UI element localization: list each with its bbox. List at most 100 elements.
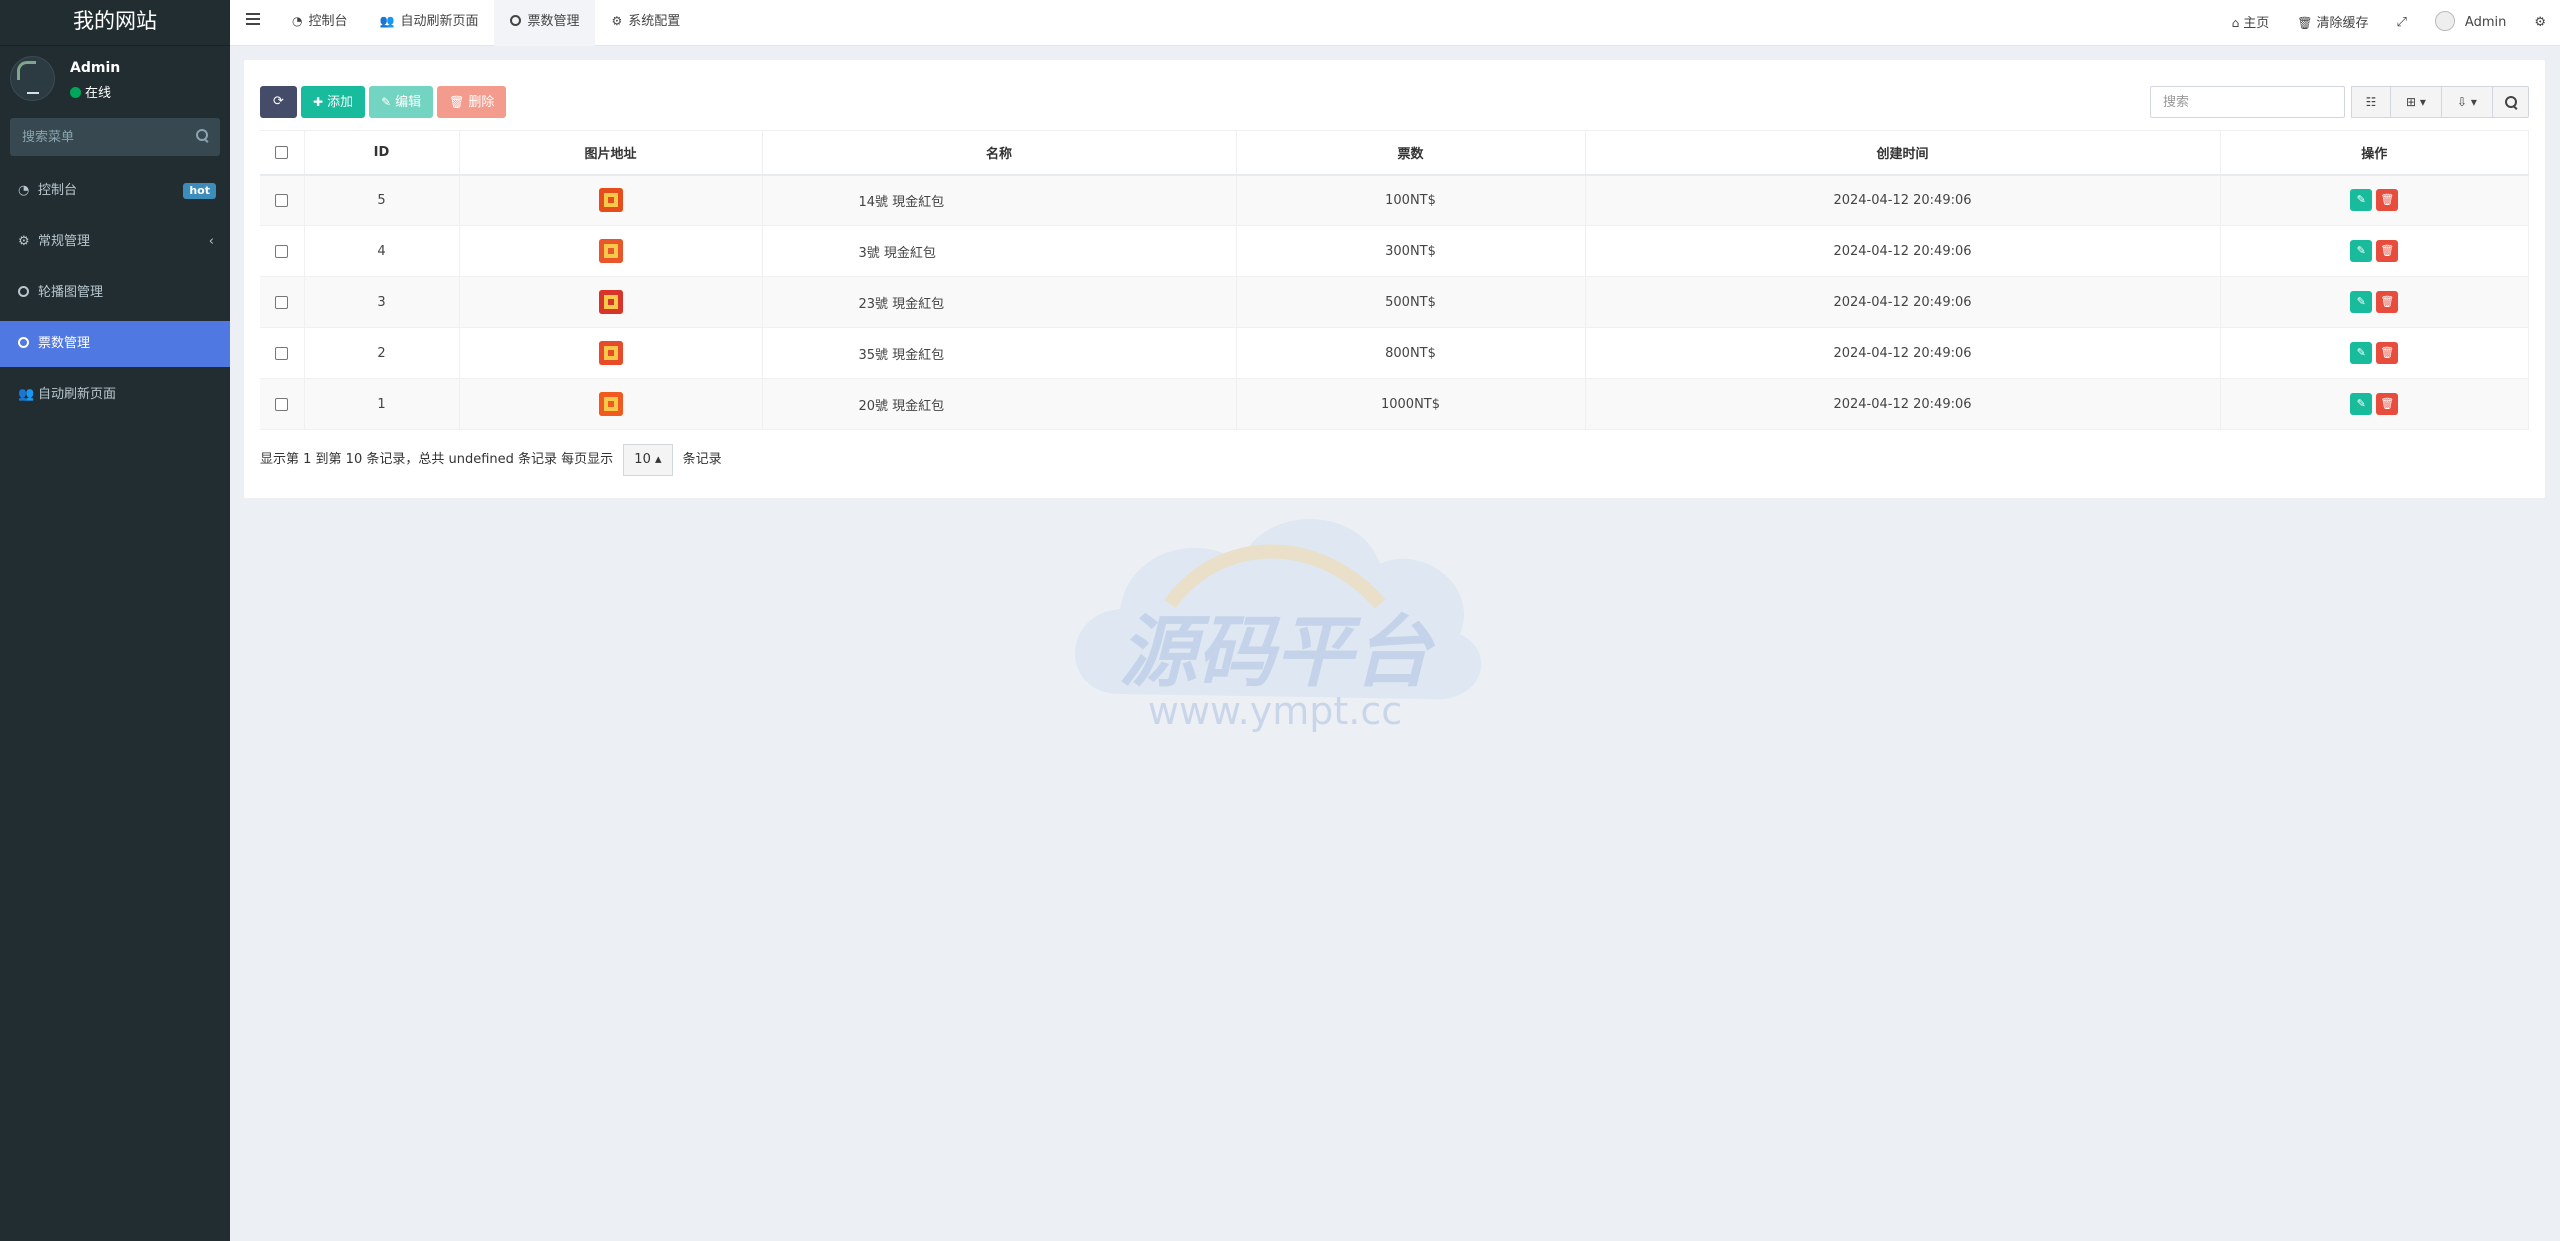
- trash-icon: 🗑: [2380, 295, 2395, 308]
- row-delete-button[interactable]: 🗑: [2376, 393, 2399, 415]
- cell-votes: 300NT$: [1236, 225, 1586, 277]
- user-menu[interactable]: Admin: [2421, 2, 2520, 44]
- column-header-created[interactable]: 创建时间: [1585, 130, 2221, 176]
- table-row[interactable]: 4 3號 現金紅包 300NT$ 2024-04-12 20:49:06 ✎ 🗑: [260, 225, 2529, 277]
- admin-avatar: [2434, 11, 2455, 31]
- row-checkbox[interactable]: [275, 193, 289, 207]
- pagination-suffix: 条记录: [682, 452, 722, 467]
- row-delete-button[interactable]: 🗑: [2376, 342, 2399, 364]
- cell-name: 20號 現金紅包: [762, 378, 1237, 430]
- dashboard-icon: ◔: [292, 14, 303, 28]
- sidebar-item-carousel[interactable]: 轮播图管理: [0, 270, 230, 316]
- row-checkbox[interactable]: [275, 295, 289, 309]
- trash-icon: 🗑: [2380, 346, 2395, 359]
- cell-votes: 800NT$: [1236, 327, 1586, 379]
- tab-system-config[interactable]: ⚙ 系统配置: [595, 0, 696, 46]
- row-delete-button[interactable]: 🗑: [2376, 189, 2399, 212]
- row-delete-button[interactable]: 🗑: [2376, 240, 2399, 262]
- tab-auto-refresh[interactable]: 👥 自动刷新页面: [364, 0, 495, 46]
- cell-created: 2024-04-12 20:49:06: [1585, 174, 2221, 226]
- cell-created: 2024-04-12 20:49:06: [1585, 276, 2221, 328]
- add-label: 添加: [327, 95, 354, 110]
- trash-icon: 🗑: [449, 95, 465, 109]
- red-envelope-thumbnail[interactable]: [598, 290, 623, 314]
- pencil-icon: ✎: [381, 95, 392, 109]
- common-search-button[interactable]: [2492, 86, 2529, 118]
- clear-cache-button[interactable]: 🗑 清除缓存: [2283, 2, 2382, 45]
- row-edit-button[interactable]: ✎: [2350, 189, 2373, 212]
- row-edit-button[interactable]: ✎: [2350, 291, 2373, 313]
- trash-icon: 🗑: [2380, 397, 2395, 410]
- cell-created: 2024-04-12 20:49:06: [1585, 378, 2221, 430]
- control-sidebar-button[interactable]: ⚙: [2520, 2, 2560, 44]
- select-all-checkbox[interactable]: [275, 145, 289, 159]
- add-button[interactable]: ✚ 添加: [301, 86, 366, 118]
- sidebar-item-label: 控制台: [38, 183, 78, 198]
- tab-label: 系统配置: [628, 14, 681, 29]
- tab-label: 自动刷新页面: [400, 14, 479, 29]
- cell-name: 14號 現金紅包: [762, 174, 1237, 226]
- search-icon[interactable]: [196, 129, 208, 141]
- refresh-button[interactable]: ⟳: [260, 86, 297, 118]
- export-button[interactable]: ⇩ ▾: [2441, 86, 2493, 118]
- menu-search-input[interactable]: [10, 118, 220, 156]
- table-row[interactable]: 5 14號 現金紅包 100NT$ 2024-04-12 20:49:06 ✎ 🗑: [260, 174, 2529, 226]
- fullscreen-button[interactable]: ⤢: [2383, 2, 2421, 44]
- red-envelope-thumbnail[interactable]: [598, 239, 623, 263]
- content-panel: ⟳ ✚添加 ✎编辑 🗑删除 ☷ ⊞ ▾ ⇩ ▾ ID 图片地址 名称 票数 创建…: [244, 60, 2545, 498]
- sidebar-toggle-icon[interactable]: [246, 13, 260, 25]
- tab-dashboard[interactable]: ◔ 控制台: [276, 0, 364, 46]
- row-checkbox[interactable]: [275, 397, 289, 411]
- red-envelope-thumbnail[interactable]: [598, 188, 623, 213]
- refresh-icon: ⟳: [273, 94, 284, 109]
- cell-image: [459, 327, 763, 379]
- delete-button[interactable]: 🗑 删除: [437, 86, 507, 118]
- cell-id: 2: [304, 327, 460, 379]
- home-link[interactable]: ⌂ 主页: [2218, 2, 2284, 45]
- row-checkbox[interactable]: [275, 244, 289, 258]
- row-select-cell: [260, 276, 305, 328]
- cell-created: 2024-04-12 20:49:06: [1585, 225, 2221, 277]
- sidebar-item-votes[interactable]: 票数管理: [0, 321, 230, 367]
- sidebar-item-dashboard[interactable]: ◔ 控制台 hot: [0, 168, 230, 214]
- table-search-input[interactable]: [2150, 86, 2345, 118]
- table-row[interactable]: 2 35號 現金紅包 800NT$ 2024-04-12 20:49:06 ✎ 🗑: [260, 327, 2529, 379]
- gear-icon: ⚙: [611, 14, 623, 28]
- cell-image: [459, 276, 763, 328]
- cogs-icon: ⚙: [18, 234, 30, 249]
- red-envelope-thumbnail[interactable]: [598, 341, 623, 365]
- column-header-votes[interactable]: 票数: [1236, 130, 1586, 176]
- page-size-select[interactable]: 10 ▴: [623, 444, 673, 476]
- table-row[interactable]: 3 23號 現金紅包 500NT$ 2024-04-12 20:49:06 ✎ 🗑: [260, 276, 2529, 328]
- watermark-url: www.ympt.cc: [1148, 689, 1402, 733]
- sidebar-item-auto-refresh[interactable]: 👥 自动刷新页面: [0, 372, 230, 418]
- trash-icon: 🗑: [2380, 244, 2395, 257]
- table-row[interactable]: 1 20號 現金紅包 1000NT$ 2024-04-12 20:49:06 ✎ 🗑: [260, 378, 2529, 430]
- column-header-image[interactable]: 图片地址: [459, 130, 763, 176]
- tab-votes[interactable]: 票数管理: [494, 0, 596, 46]
- toggle-view-button[interactable]: ☷: [2351, 86, 2391, 118]
- cell-votes: 100NT$: [1236, 174, 1586, 226]
- row-delete-button[interactable]: 🗑: [2376, 291, 2399, 313]
- user-status: 在线: [70, 82, 111, 101]
- sidebar-item-general[interactable]: ⚙ 常规管理 ‹: [0, 219, 230, 265]
- red-envelope-thumbnail[interactable]: [598, 392, 623, 416]
- pencil-icon: ✎: [2356, 346, 2366, 359]
- column-header-id[interactable]: ID: [304, 130, 460, 176]
- edit-button[interactable]: ✎ 编辑: [369, 86, 434, 118]
- circle-icon: [18, 337, 29, 348]
- row-checkbox[interactable]: [275, 346, 289, 360]
- row-select-cell: [260, 225, 305, 277]
- table-view-buttons: ☷ ⊞ ▾ ⇩ ▾: [2351, 86, 2493, 118]
- columns-button[interactable]: ⊞ ▾: [2390, 86, 2442, 118]
- table-toolbar: ⟳ ✚ 添加 ✎ 编辑 🗑 删除: [260, 86, 510, 118]
- online-status-icon: [70, 87, 81, 98]
- column-header-name[interactable]: 名称: [762, 130, 1237, 176]
- site-logo[interactable]: 我的网站: [0, 0, 230, 46]
- cell-actions: ✎ 🗑: [2220, 276, 2529, 328]
- cell-id: 1: [304, 378, 460, 430]
- row-edit-button[interactable]: ✎: [2350, 342, 2373, 364]
- row-edit-button[interactable]: ✎: [2350, 393, 2373, 415]
- row-edit-button[interactable]: ✎: [2350, 240, 2373, 262]
- clear-cache-label: 清除缓存: [2316, 15, 2369, 31]
